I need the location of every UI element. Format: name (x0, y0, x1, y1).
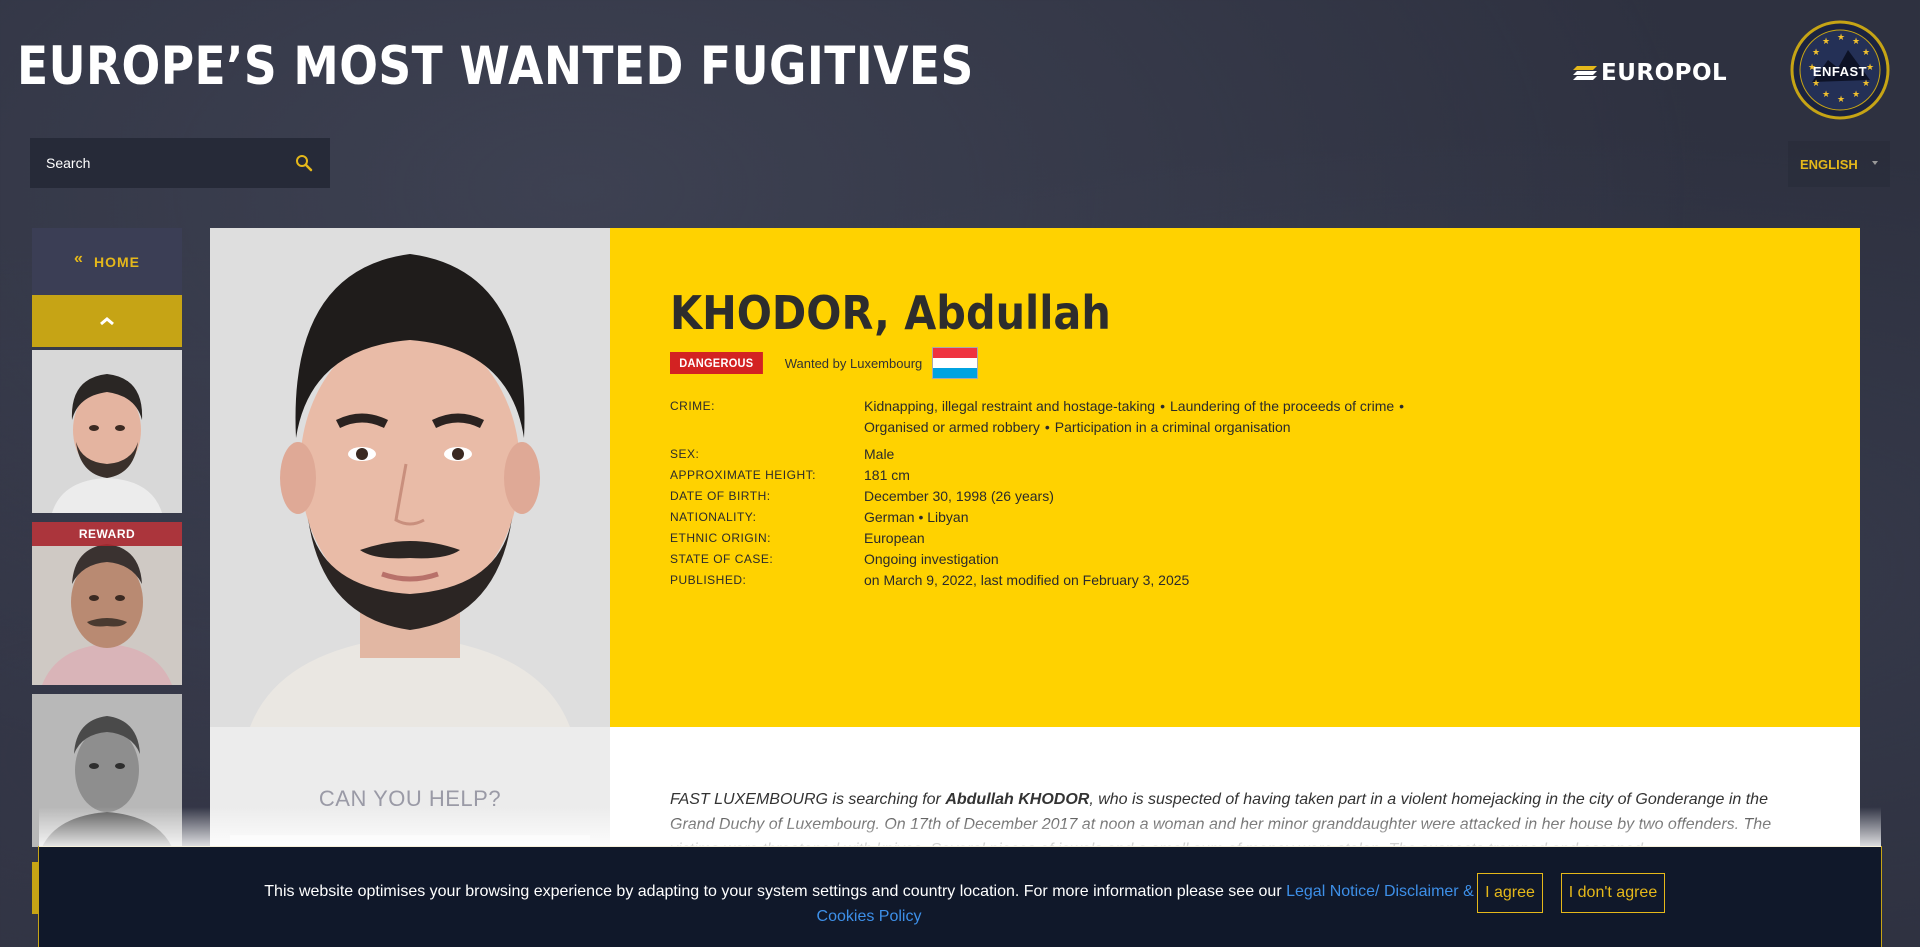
fugitive-details: CRIME: Kidnapping, illegal restraint and… (670, 396, 1770, 591)
europol-logo[interactable]: EUROPOL (1573, 60, 1727, 86)
crime-list: Kidnapping, illegal restraint and hostag… (864, 396, 1424, 438)
flag-stripe-red (933, 348, 978, 358)
svg-text:★: ★ (1862, 48, 1870, 58)
europol-wordmark: EUROPOL (1601, 60, 1728, 86)
fugitive-thumbnail[interactable] (32, 350, 182, 513)
fugitive-portrait (210, 228, 610, 727)
field-value: on March 9, 2022, last modified on Febru… (864, 572, 1190, 588)
svg-text:★: ★ (1812, 79, 1820, 89)
search-icon[interactable] (294, 153, 314, 173)
description-name: Abdullah KHODOR (945, 791, 1090, 808)
enfast-wordmark: ENFAST (1812, 64, 1868, 79)
field-value: 181 cm (864, 467, 910, 483)
field-ethnic-origin: ETHNIC ORIGIN: European (670, 528, 1770, 549)
search-input[interactable] (46, 155, 266, 171)
field-label: DATE OF BIRTH: (670, 489, 771, 503)
scroll-up-button[interactable] (32, 295, 182, 347)
cookie-text: This website optimises your browsing exp… (264, 883, 1287, 900)
field-label: CRIME: (670, 399, 715, 413)
caret-down-icon (1872, 161, 1878, 165)
svg-text:★: ★ (1837, 33, 1845, 43)
field-label: ETHNIC ORIGIN: (670, 531, 772, 545)
crime-item: Laundering of the proceeds of crime (1170, 398, 1395, 414)
field-label: APPROXIMATE HEIGHT: (670, 468, 816, 482)
field-sex: SEX: Male (670, 444, 1770, 465)
svg-text:★: ★ (1822, 37, 1830, 47)
crime-separator: • (1044, 419, 1050, 435)
crime-item: Kidnapping, illegal restraint and hostag… (864, 398, 1156, 414)
field-state-of-case: STATE OF CASE: Ongoing investigation (670, 549, 1770, 570)
badge-row: DANGEROUS Wanted by Luxembourg (670, 347, 979, 379)
crime-separator: • (1160, 398, 1165, 414)
svg-text:★: ★ (1852, 37, 1860, 47)
field-value: German • Libyan (864, 509, 969, 525)
fugitive-name: KHODOR, Abdullah (670, 286, 1111, 340)
field-value: Ongoing investigation (864, 551, 999, 567)
crime-item: Organised or armed robbery (864, 419, 1040, 435)
europol-mark-icon (1573, 66, 1597, 80)
language-selected: ENGLISH (1800, 156, 1858, 172)
fugitive-photo (210, 228, 610, 727)
field-value: European (864, 530, 925, 546)
home-button[interactable]: « HOME (32, 228, 182, 295)
field-label: PUBLISHED: (670, 573, 747, 587)
dangerous-badge: DANGEROUS (670, 352, 763, 374)
svg-text:★: ★ (1822, 90, 1830, 100)
chevron-up-icon (100, 317, 114, 326)
site-title: EUROPE’S MOST WANTED FUGITIVES (17, 36, 974, 97)
flag-stripe-white (933, 358, 978, 368)
fugitive-info-panel: KHODOR, Abdullah DANGEROUS Wanted by Lux… (610, 228, 1860, 727)
language-select[interactable]: ENGLISH (1788, 141, 1890, 187)
crime-item: Participation in a criminal organisation (1054, 419, 1291, 435)
svg-text:★: ★ (1852, 90, 1860, 100)
agree-button[interactable]: I agree (1477, 873, 1543, 913)
field-label: SEX: (670, 447, 700, 461)
field-label: STATE OF CASE: (670, 552, 774, 566)
luxembourg-flag-icon (932, 347, 979, 379)
search-box (30, 138, 330, 188)
field-label: NATIONALITY: (670, 510, 757, 524)
flag-stripe-blue (933, 368, 978, 378)
description-text: FAST LUXEMBOURG is searching for (670, 791, 946, 808)
field-published: PUBLISHED: on March 9, 2022, last modifi… (670, 570, 1770, 591)
home-label: HOME (93, 253, 140, 270)
double-chevron-left-icon: « (74, 249, 84, 267)
fugitive-thumbnail[interactable]: REWARD (32, 522, 182, 685)
svg-text:★: ★ (1862, 79, 1870, 89)
field-height: APPROXIMATE HEIGHT: 181 cm (670, 465, 1770, 486)
svg-text:★: ★ (1812, 48, 1820, 58)
crime-separator: • (1399, 398, 1405, 414)
field-crime: CRIME: Kidnapping, illegal restraint and… (670, 396, 1770, 438)
field-date-of-birth: DATE OF BIRTH: December 30, 1998 (26 yea… (670, 486, 1770, 507)
field-value: Male (864, 446, 895, 462)
wanted-by-country: Wanted by Luxembourg (784, 355, 923, 371)
svg-text:★: ★ (1837, 95, 1845, 105)
disagree-button[interactable]: I don't agree (1561, 873, 1665, 913)
reward-badge: REWARD (32, 522, 182, 546)
enfast-logo[interactable]: ★ ★ ★ ★ ★ ★ ★ ★ ★ ★ ★ ★ ENFAST (1790, 20, 1890, 120)
cookie-message: This website optimises your browsing exp… (239, 879, 1499, 929)
cookie-banner: This website optimises your browsing exp… (38, 807, 1882, 947)
fugitive-thumbnail-photo (32, 350, 182, 513)
field-nationality: NATIONALITY: German • Libyan (670, 507, 1770, 528)
field-value: December 30, 1998 (26 years) (864, 488, 1054, 504)
fugitive-thumbnail-photo (32, 522, 182, 685)
